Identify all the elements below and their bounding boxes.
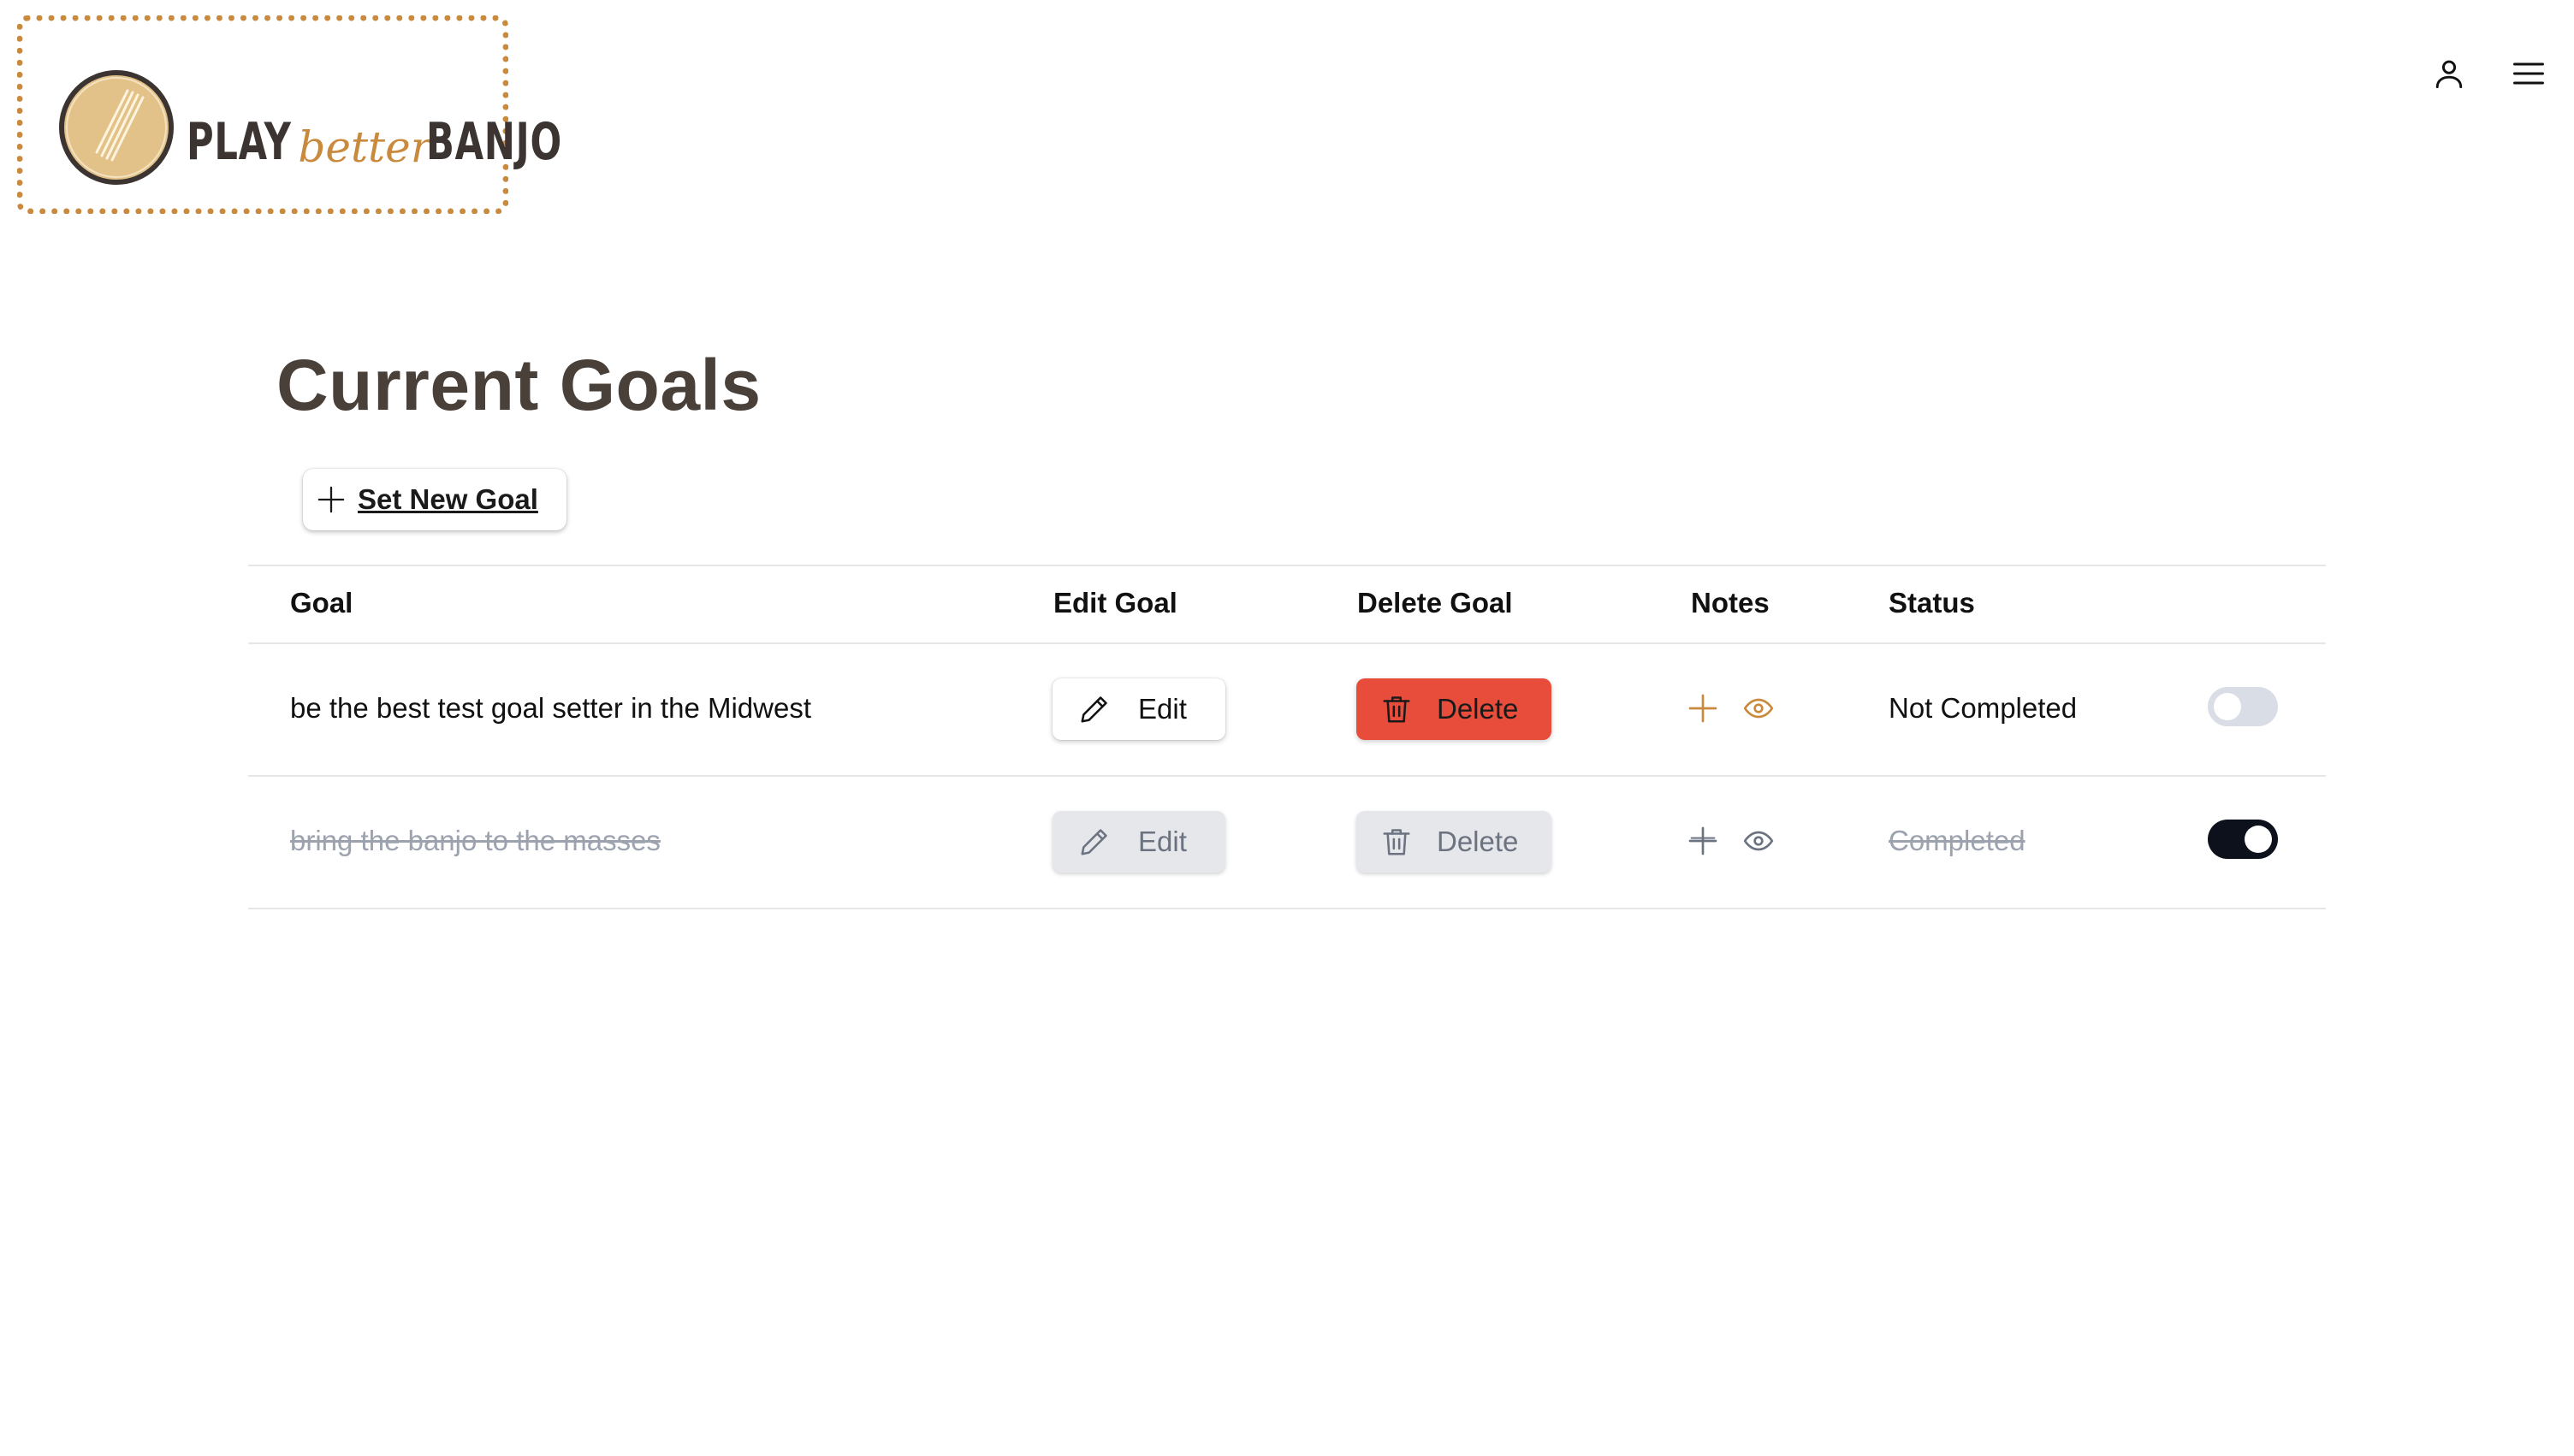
toggle-knob [2214,693,2241,720]
table-header-divider [248,642,2326,644]
completion-toggle[interactable] [2208,687,2278,726]
logo[interactable]: PLAY better BANJO [17,15,561,214]
logo-wordmark: PLAY better BANJO [187,95,614,172]
column-header-edit-goal: Edit Goal [1053,587,1177,619]
table-top-divider [248,565,2326,566]
view-notes-eye-icon[interactable] [1741,824,1776,858]
user-icon[interactable] [2430,55,2468,92]
column-header-notes: Notes [1691,587,1770,619]
delete-button-label: Delete [1437,693,1519,725]
set-new-goal-label: Set New Goal [358,483,538,515]
banjo-logo-icon [59,70,174,185]
column-header-delete-goal: Delete Goal [1357,587,1513,619]
plus-icon [317,486,345,513]
trash-icon [1383,696,1410,723]
delete-button[interactable]: Delete [1356,678,1551,740]
goal-text: be the best test goal setter in the Midw… [290,692,812,724]
delete-button[interactable]: Delete [1356,811,1551,873]
view-notes-eye-icon[interactable] [1741,691,1776,725]
add-note-icon[interactable] [1686,691,1720,725]
trash-icon [1383,829,1410,855]
column-header-status: Status [1889,587,1975,619]
completion-toggle[interactable] [2208,820,2278,859]
add-note-icon[interactable] [1686,824,1720,858]
logo-word-better: better [298,122,431,172]
logo-word-play: PLAY [187,112,292,172]
row-divider [248,775,2326,777]
edit-button-label: Edit [1138,826,1187,857]
logo-word-banjo: BANJO [425,112,562,172]
status-text: Not Completed [1889,692,2078,724]
toggle-knob [2245,826,2272,853]
edit-button[interactable]: Edit [1053,811,1225,873]
delete-button-label: Delete [1437,826,1519,857]
edit-button-label: Edit [1138,693,1187,725]
edit-button[interactable]: Edit [1053,678,1225,740]
hamburger-menu-icon[interactable] [2510,55,2547,92]
status-text: Completed [1889,825,2025,856]
column-header-goal: Goal [290,587,353,619]
row-divider [248,908,2326,909]
page-title: Current Goals [276,345,762,425]
set-new-goal-button[interactable]: Set New Goal [303,469,566,530]
pencil-icon [1081,829,1107,855]
goal-text: bring the banjo to the masses [290,825,661,856]
pencil-icon [1081,696,1107,723]
